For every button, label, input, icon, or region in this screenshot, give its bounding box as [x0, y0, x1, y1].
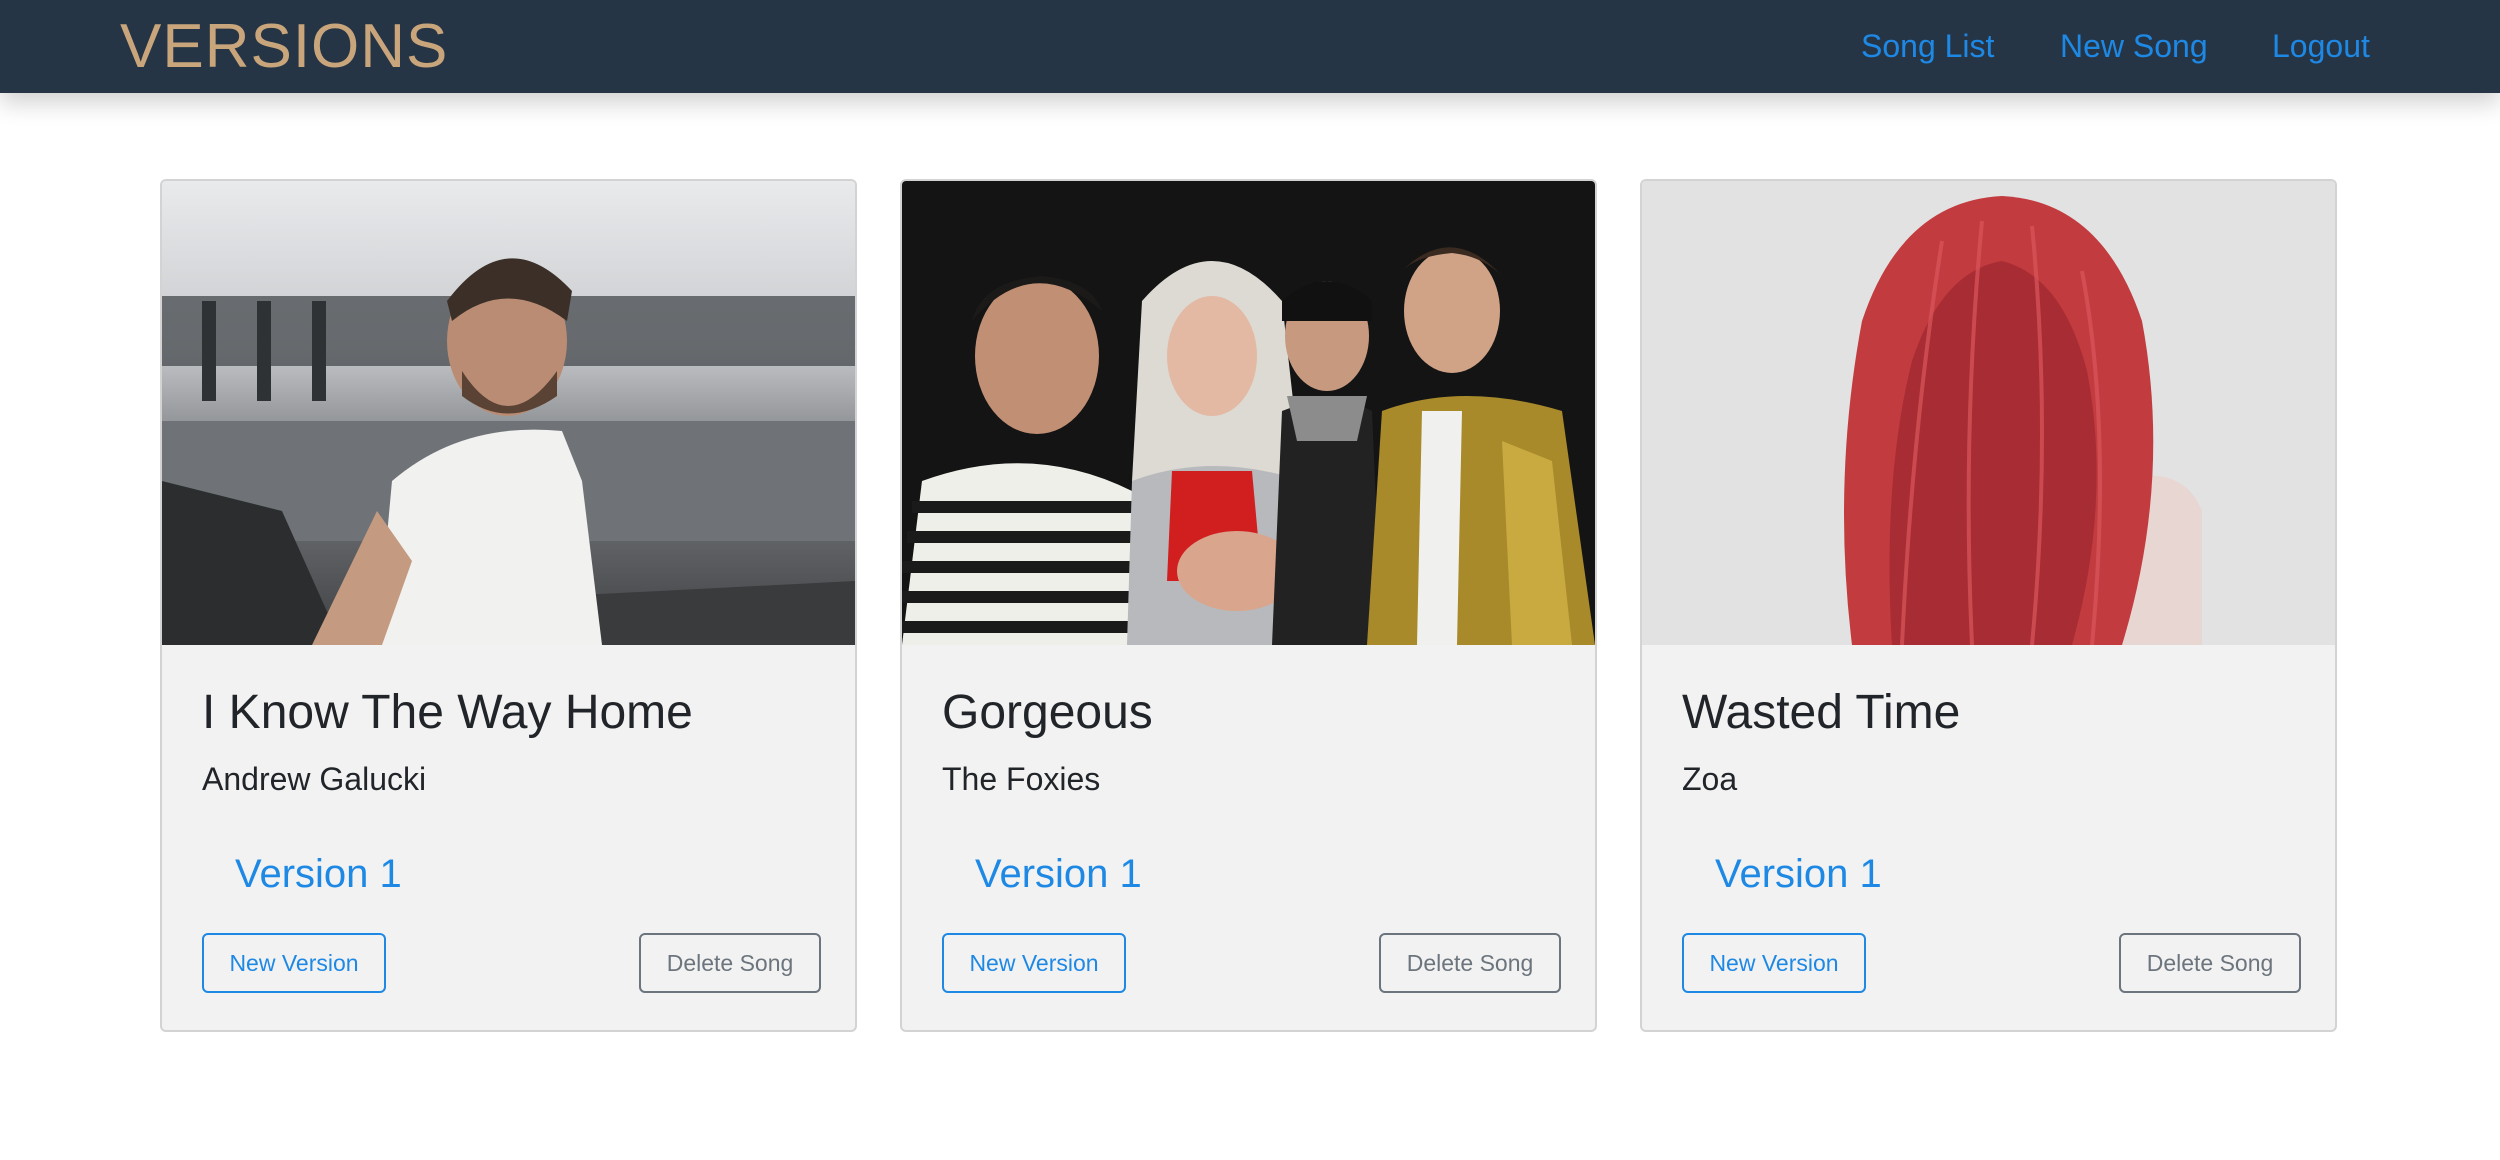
song-card: Wasted Time Zoa Version 1 New Version De…	[1640, 179, 2337, 1032]
song-artist: Zoa	[1682, 761, 1738, 797]
song-title: Wasted Time	[1682, 686, 1961, 739]
version-link[interactable]: Version 1	[1715, 849, 1882, 899]
brand-logo[interactable]: VERSIONS	[120, 14, 448, 80]
nav-link-logout[interactable]: Logout	[2272, 26, 2370, 66]
song-artist: Andrew Galucki	[202, 761, 427, 797]
new-version-button[interactable]: New Version	[1682, 933, 1866, 993]
song-card: I Know The Way Home Andrew Galucki Versi…	[160, 179, 857, 1032]
delete-song-button[interactable]: Delete Song	[2119, 933, 2301, 993]
version-link[interactable]: Version 1	[235, 849, 402, 899]
song-card: Gorgeous The Foxies Version 1 New Versio…	[900, 179, 1597, 1032]
song-artwork-image	[162, 181, 855, 645]
song-artist: The Foxies	[942, 761, 1101, 797]
nav-link-new-song[interactable]: New Song	[2060, 26, 2208, 66]
new-version-button[interactable]: New Version	[202, 933, 386, 993]
song-title: I Know The Way Home	[202, 686, 693, 739]
song-title: Gorgeous	[942, 686, 1153, 739]
song-artwork-image	[1642, 181, 2335, 645]
nav-link-song-list[interactable]: Song List	[1861, 26, 1994, 66]
top-navbar: VERSIONS Song List New Song Logout	[0, 0, 2500, 93]
new-version-button[interactable]: New Version	[942, 933, 1126, 993]
delete-song-button[interactable]: Delete Song	[639, 933, 821, 993]
song-artwork-image	[902, 181, 1595, 645]
delete-song-button[interactable]: Delete Song	[1379, 933, 1561, 993]
version-link[interactable]: Version 1	[975, 849, 1142, 899]
